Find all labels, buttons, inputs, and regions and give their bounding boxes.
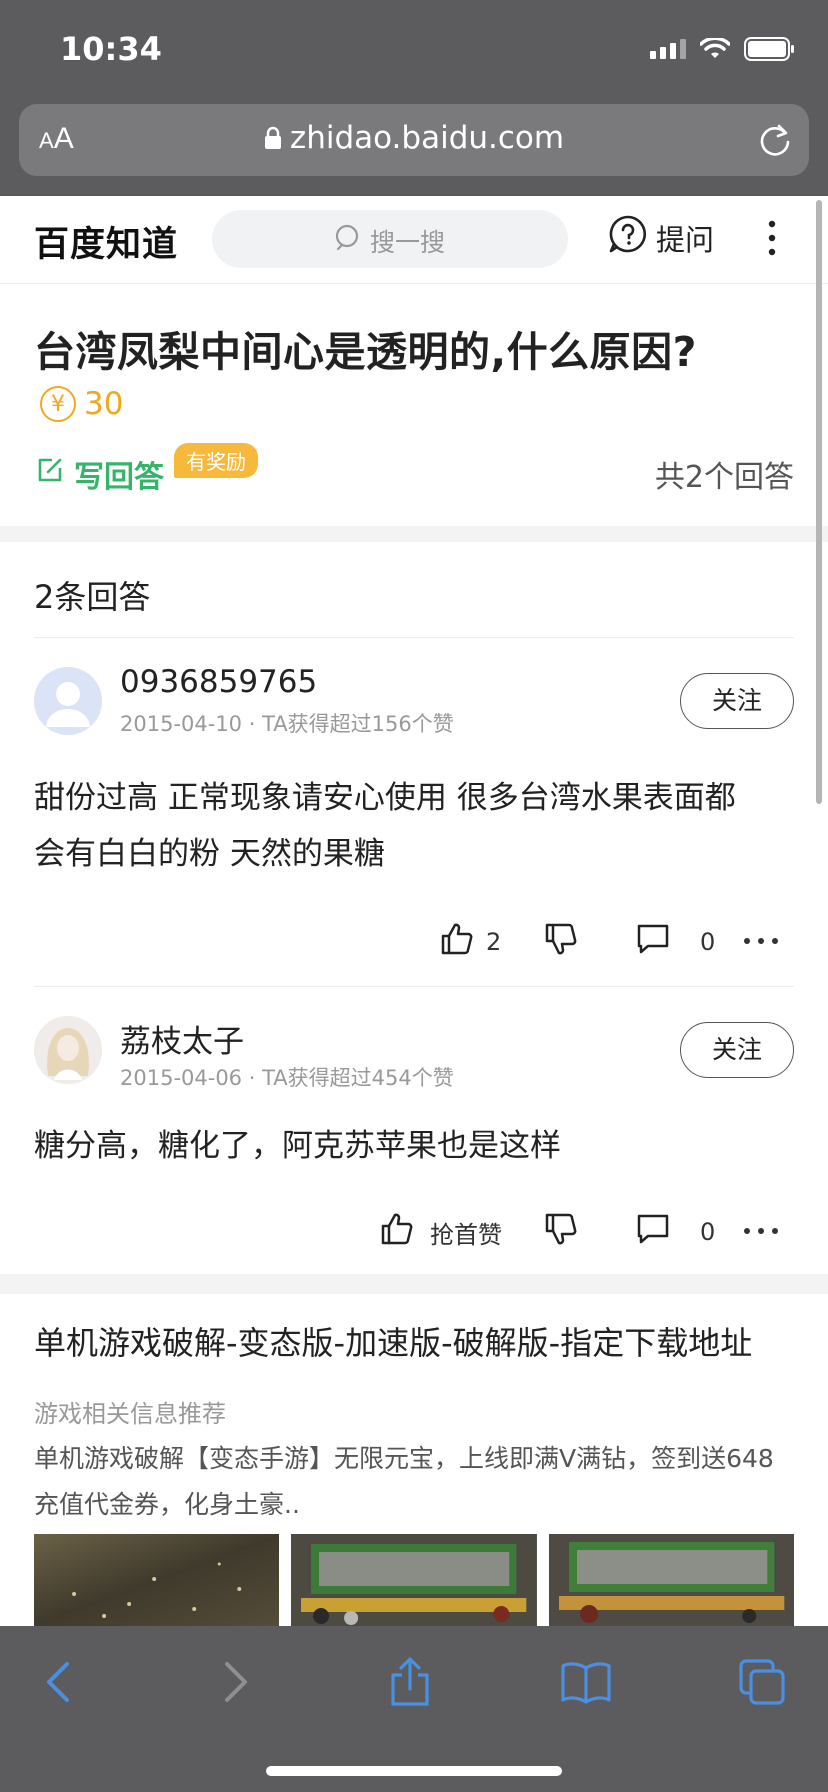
answer-text-line: 糖分高，糖化了，阿克苏苹果也是这样 [34, 1128, 561, 1164]
answer-text: 甜份过高 正常现象请安心使用 很多台湾水果表面都 会有白白的粉 天然的果糖 [34, 770, 794, 882]
ad-desc-line: 充值代金券，化身土豪.. [34, 1490, 300, 1519]
dislike-button[interactable] [544, 1212, 578, 1252]
ad-desc-line: 单机游戏破解【变态手游】无限元宝，上线即满V满钻，签到送648 [34, 1444, 774, 1473]
edit-icon [36, 456, 64, 492]
scroll-indicator[interactable] [816, 200, 822, 804]
ad-image[interactable] [548, 1534, 794, 1626]
forward-icon[interactable] [206, 1654, 266, 1710]
site-logo[interactable]: 百度知道 [34, 216, 178, 267]
browser-chrome-top: 10:34 AA zhidao.baidu.com [0, 0, 828, 196]
reward-badge: 有奖励 [174, 443, 258, 478]
answer-user-meta: 2015-04-10 · TA获得超过156个赞 [120, 708, 454, 738]
home-indicator[interactable] [266, 1766, 562, 1776]
first-like-label: 抢首赞 [430, 1220, 502, 1249]
comment-icon [636, 1212, 670, 1252]
search-placeholder: 搜一搜 [370, 228, 446, 257]
comment-button[interactable]: 0 [636, 922, 715, 962]
search-input[interactable]: 搜一搜 [212, 210, 568, 268]
lock-icon [264, 122, 282, 158]
ad-image[interactable] [291, 1534, 537, 1626]
comment-button[interactable]: 0 [636, 1212, 715, 1252]
question-icon [608, 214, 648, 261]
answer-likes-info: TA获得超过454个赞 [262, 1066, 454, 1090]
tabs-icon[interactable] [732, 1654, 792, 1710]
address-bar[interactable]: AA zhidao.baidu.com [19, 104, 809, 176]
cellular-signal-icon [650, 39, 686, 59]
section-divider [0, 1274, 828, 1294]
ask-question-button[interactable]: 提问 [608, 214, 714, 261]
write-answer-label: 写回答 [74, 460, 164, 495]
status-icons [650, 36, 796, 62]
answers-heading: 2条回答 [34, 578, 151, 616]
divider [34, 637, 794, 638]
more-horizontal-icon[interactable] [744, 1228, 778, 1234]
answer-date: 2015-04-10 [120, 712, 243, 736]
yen-icon: ¥ [40, 386, 76, 422]
reload-icon[interactable] [757, 120, 793, 164]
follow-button[interactable]: 关注 [680, 673, 794, 729]
like-count: 2 [486, 928, 502, 956]
thumbs-up-icon [440, 922, 474, 962]
answer-user-name[interactable]: 荔枝太子 [120, 1016, 244, 1061]
answer-text-line: 会有白白的粉 天然的果糖 [34, 836, 385, 872]
answer-user-name[interactable]: 0936859765 [120, 664, 317, 700]
url-text: zhidao.baidu.com [289, 120, 565, 156]
dislike-button[interactable] [544, 922, 578, 962]
bookmarks-icon[interactable] [556, 1654, 616, 1710]
battery-icon [744, 36, 796, 62]
answer-text: 糖分高，糖化了，阿克苏苹果也是这样 [34, 1118, 794, 1174]
search-placeholder-group: 搜一搜 [334, 223, 445, 259]
wifi-icon [700, 38, 730, 60]
ask-label: 提问 [656, 222, 715, 257]
avatar[interactable] [34, 667, 102, 735]
ad-description[interactable]: 单机游戏破解【变态手游】无限元宝，上线即满V满钻，签到送648 充值代金券，化身… [34, 1436, 794, 1528]
question-title: 台湾凤梨中间心是透明的,什么原因? [34, 328, 697, 376]
answer-likes-info: TA获得超过156个赞 [262, 712, 454, 736]
answer-text-line: 甜份过高 正常现象请安心使用 很多台湾水果表面都 [34, 780, 736, 816]
meta-separator: · [248, 1066, 256, 1090]
reward-value: 30 [84, 386, 124, 422]
meta-separator: · [248, 712, 256, 736]
back-icon[interactable] [28, 1654, 88, 1710]
section-divider [0, 526, 828, 542]
url-display[interactable]: zhidao.baidu.com [19, 120, 809, 158]
site-header: 百度知道 搜一搜 提问 [0, 196, 828, 284]
ad-image[interactable] [34, 1534, 280, 1626]
thumbs-up-icon [380, 1212, 414, 1252]
answer-user-meta: 2015-04-06 · TA获得超过454个赞 [120, 1062, 454, 1092]
comment-count: 0 [700, 1218, 716, 1246]
answer-date: 2015-04-06 [120, 1066, 243, 1090]
search-icon [334, 223, 364, 259]
more-horizontal-icon[interactable] [744, 938, 778, 944]
thumbs-down-icon [544, 1212, 578, 1252]
avatar[interactable] [34, 1016, 102, 1084]
answer-actions: 抢首赞 0 [0, 1212, 828, 1252]
answer-count: 共2个回答 [654, 460, 794, 495]
write-answer-button[interactable]: 写回答 [36, 452, 164, 496]
reward-amount: ¥ 30 [40, 386, 123, 422]
status-time: 10:34 [60, 30, 162, 68]
like-button[interactable]: 2 [440, 922, 501, 962]
answer-actions: 2 0 [0, 922, 828, 962]
share-icon[interactable] [380, 1654, 440, 1710]
comment-icon [636, 922, 670, 962]
thumbs-down-icon [544, 922, 578, 962]
more-vertical-icon[interactable] [762, 218, 782, 258]
like-button[interactable]: 抢首赞 [380, 1212, 502, 1252]
comment-count: 0 [700, 928, 716, 956]
ad-source: 游戏相关信息推荐 [34, 1400, 226, 1428]
ad-image-row [34, 1534, 794, 1626]
divider [34, 986, 794, 987]
ad-title[interactable]: 单机游戏破解-变态版-加速版-破解版-指定下载地址 [34, 1318, 752, 1364]
follow-button[interactable]: 关注 [680, 1022, 794, 1078]
